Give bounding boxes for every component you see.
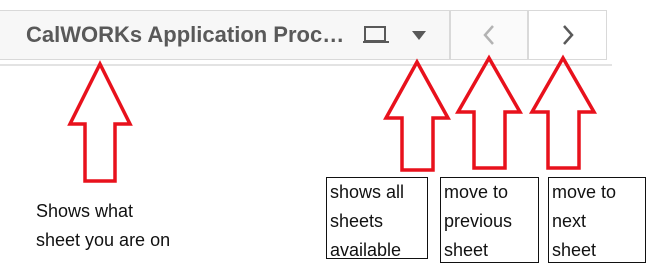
arrow-current-sheet: [67, 60, 133, 183]
arrow-all-sheets: [383, 58, 451, 172]
arrow-previous-sheet: [454, 54, 524, 170]
annotation-all-sheets: shows all sheets available: [326, 177, 428, 260]
annotation-next-sheet: move to next sheet: [548, 177, 646, 263]
annotation-current-sheet: Shows what sheet you are on: [36, 201, 171, 250]
annotation-previous-sheet: move to previous sheet: [440, 177, 539, 263]
arrow-next-sheet: [528, 54, 598, 170]
